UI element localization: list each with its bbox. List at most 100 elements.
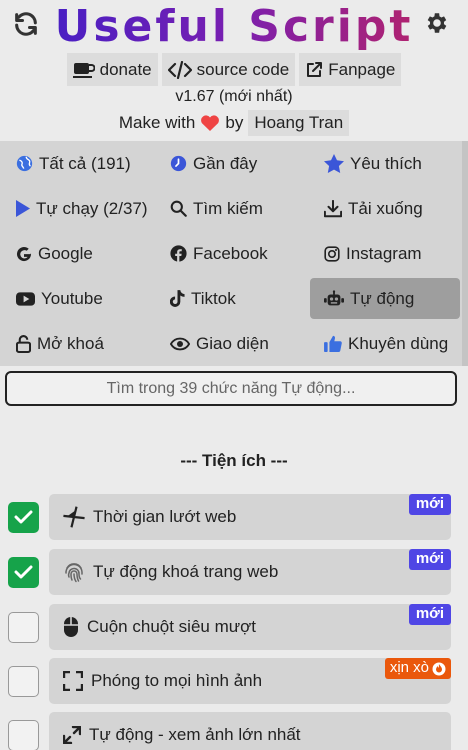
category-recommended[interactable]: Khuyên dùng <box>308 321 462 366</box>
checkmark-icon <box>14 565 33 579</box>
robot-icon <box>324 289 344 305</box>
feature-button[interactable]: Tự động khoá trang web mới <box>49 549 451 595</box>
fire-icon <box>432 662 446 675</box>
fingerprint-icon <box>65 563 83 583</box>
feature-checkbox[interactable] <box>8 720 39 750</box>
download-icon <box>324 199 342 217</box>
play-icon <box>16 200 30 217</box>
feature-row: Thời gian lướt web mới <box>8 494 452 540</box>
category-grid: Tất cả (191) Gần đây Yêu thích Tự chạy (… <box>0 141 462 366</box>
code-icon <box>167 60 192 79</box>
category-unlock[interactable]: Mở khoá <box>0 321 154 366</box>
by-text: by <box>225 113 244 132</box>
search-icon <box>170 200 187 217</box>
version-text: v1.67 (mới nhất) <box>175 88 293 105</box>
external-link-icon <box>307 61 323 77</box>
category-autorun[interactable]: Tự chạy (2/37) <box>0 186 154 231</box>
instagram-icon <box>324 245 340 262</box>
category-label: Tiktok <box>191 288 236 308</box>
category-tiktok[interactable]: Tiktok <box>154 276 308 321</box>
category-label: Tải xuống <box>348 198 423 218</box>
feature-row: Phóng to mọi hình ảnh xịn xò <box>8 658 452 704</box>
feature-row: Tự động khoá trang web mới <box>8 549 452 595</box>
donate-label: donate <box>99 59 152 79</box>
coffee-icon <box>72 62 95 78</box>
category-recent[interactable]: Gần đây <box>154 141 308 186</box>
category-label: Tìm kiếm <box>193 198 263 218</box>
category-label: Gần đây <box>193 153 258 173</box>
category-label: Tự động <box>350 288 415 308</box>
feature-checkbox[interactable] <box>8 557 39 588</box>
category-download[interactable]: Tải xuống <box>308 186 462 231</box>
category-label: Giao diện <box>196 333 269 353</box>
eye-icon <box>170 337 190 350</box>
feature-row: Cuộn chuột siêu mượt mới <box>8 604 452 650</box>
app-title: Useful Script <box>0 0 468 54</box>
category-label: Instagram <box>346 243 422 263</box>
feature-label: Thời gian lướt web <box>93 507 237 526</box>
source-code-label: source code <box>196 59 290 79</box>
google-icon <box>16 246 32 261</box>
feature-row: Tự động - xem ảnh lớn nhất <box>8 712 452 750</box>
clock-icon <box>170 155 187 172</box>
heart-icon <box>201 115 220 131</box>
header: Useful Script donate source code Fanpage… <box>0 0 468 140</box>
gear-icon[interactable] <box>424 10 450 36</box>
feature-button[interactable]: Tự động - xem ảnh lớn nhất <box>49 712 451 750</box>
hot-badge-label: xịn xò <box>389 659 429 676</box>
unlock-icon <box>16 334 31 353</box>
feature-label: Phóng to mọi hình ảnh <box>91 671 263 690</box>
category-label: Facebook <box>193 243 268 263</box>
fanpage-label: Fanpage <box>328 59 396 79</box>
author-link[interactable]: Hoang Tran <box>248 110 350 136</box>
category-all[interactable]: Tất cả (191) <box>0 141 154 186</box>
tiktok-icon <box>170 290 185 307</box>
category-label: Tự chạy (2/37) <box>36 198 148 218</box>
category-youtube[interactable]: Youtube <box>0 276 154 321</box>
header-links: donate source code Fanpage <box>0 53 468 86</box>
category-google[interactable]: Google <box>0 231 154 276</box>
donate-button[interactable]: donate <box>66 53 158 86</box>
fanpage-button[interactable]: Fanpage <box>299 53 402 86</box>
source-code-button[interactable]: source code <box>161 53 296 86</box>
category-label: Google <box>38 243 93 263</box>
new-badge: mới <box>408 494 451 515</box>
feature-checkbox[interactable] <box>8 502 39 533</box>
mouse-icon <box>64 617 78 637</box>
category-scrollbar[interactable] <box>462 141 468 366</box>
category-instagram[interactable]: Instagram <box>308 231 462 276</box>
thumbs-up-icon <box>324 335 342 352</box>
feature-button[interactable]: Cuộn chuột siêu mượt mới <box>49 604 451 650</box>
new-badge: mới <box>408 604 451 625</box>
feature-checkbox[interactable] <box>8 612 39 643</box>
category-facebook[interactable]: Facebook <box>154 231 308 276</box>
category-automation[interactable]: Tự động <box>310 278 460 319</box>
category-favorites[interactable]: Yêu thích <box>308 141 462 186</box>
feature-button[interactable]: Phóng to mọi hình ảnh xịn xò <box>49 658 451 704</box>
new-badge: mới <box>408 549 451 570</box>
credits: Make with by Hoang Tran <box>0 110 468 136</box>
facebook-icon <box>170 245 187 262</box>
category-label: Mở khoá <box>37 333 104 353</box>
feature-checkbox[interactable] <box>8 666 39 697</box>
made-with-text: Make with <box>118 113 196 132</box>
youtube-icon <box>16 291 35 306</box>
hot-badge: xịn xò <box>384 658 451 679</box>
arrows-diagonal-icon <box>63 726 81 744</box>
feature-label: Tự động - xem ảnh lớn nhất <box>89 725 301 744</box>
category-label: Yêu thích <box>350 153 422 173</box>
search-box <box>5 371 457 406</box>
search-input[interactable] <box>7 373 455 404</box>
category-search[interactable]: Tìm kiếm <box>154 186 308 231</box>
checkmark-icon <box>14 510 33 524</box>
feature-button[interactable]: Thời gian lướt web mới <box>49 494 451 540</box>
section-title: --- Tiện ích --- <box>180 451 288 470</box>
category-label: Youtube <box>41 288 103 308</box>
expand-icon <box>63 671 83 691</box>
category-label: Khuyên dùng <box>348 333 449 353</box>
category-interface[interactable]: Giao diện <box>154 321 308 366</box>
feature-label: Tự động khoá trang web <box>93 562 279 581</box>
category-label: Tất cả (191) <box>39 153 131 173</box>
star-icon <box>324 154 344 173</box>
globe-icon <box>16 155 33 172</box>
